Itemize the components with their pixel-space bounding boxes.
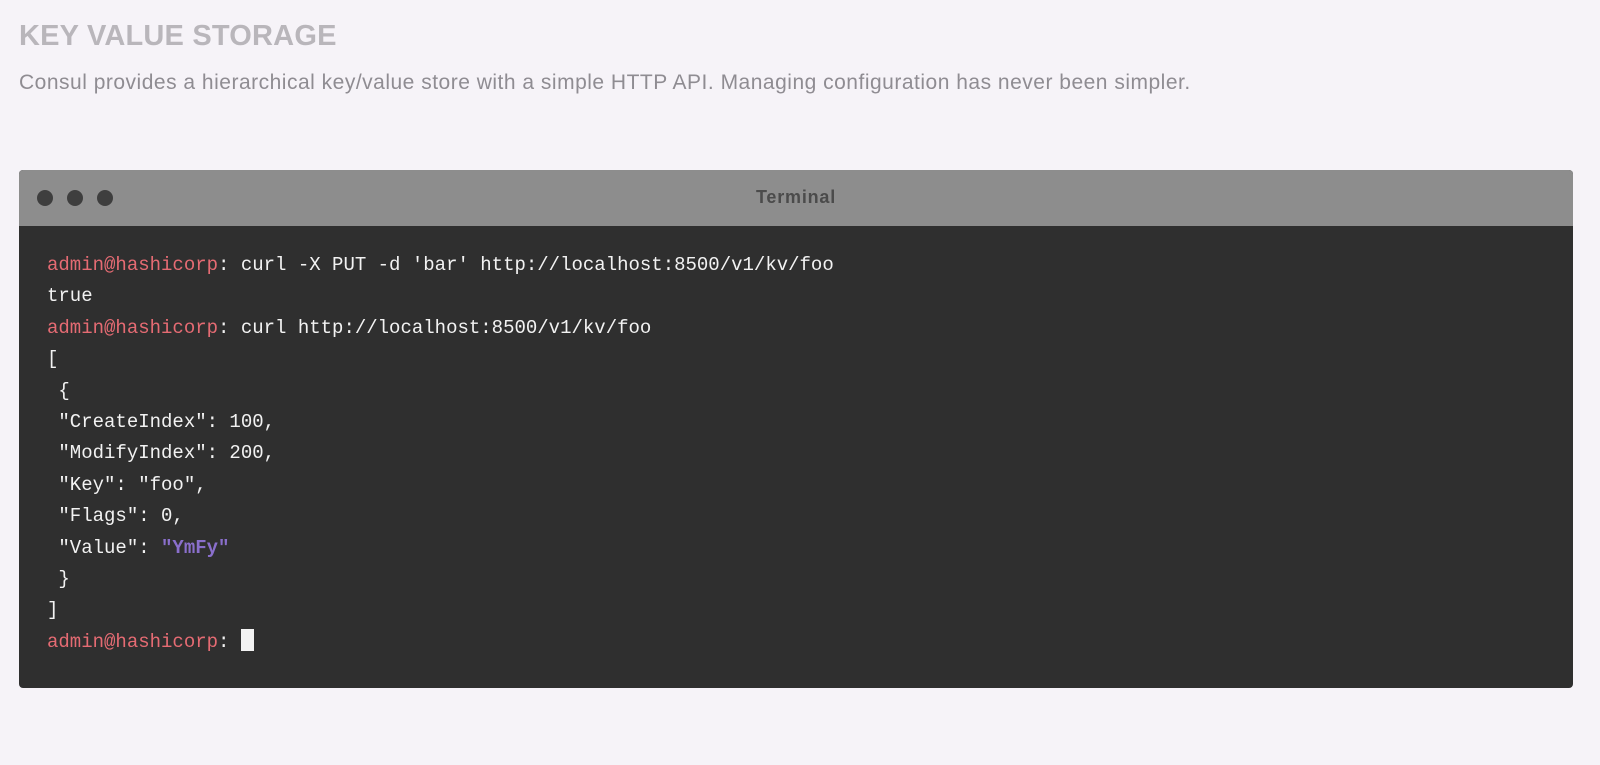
terminal-line: admin@hashicorp: <box>47 627 1573 658</box>
terminal-line: true <box>47 281 1573 312</box>
terminal-prompt: admin@hashicorp <box>47 254 219 276</box>
terminal-command: : curl -X PUT -d 'bar' http://localhost:… <box>218 254 834 276</box>
terminal-output-text: [ <box>47 348 59 371</box>
terminal-line: "ModifyIndex": 200, <box>47 438 1573 469</box>
section-description: Consul provides a hierarchical key/value… <box>19 71 1191 94</box>
terminal-prompt: admin@hashicorp <box>47 630 219 653</box>
terminal-line: admin@hashicorp: curl -X PUT -d 'bar' ht… <box>47 250 1573 281</box>
terminal-prompt: admin@hashicorp <box>47 316 219 339</box>
terminal-line: "Value": "YmFy" <box>47 533 1573 564</box>
terminal-line: admin@hashicorp: curl http://localhost:8… <box>47 313 1573 344</box>
terminal-line: [ <box>47 344 1573 375</box>
terminal-output-text: true <box>47 285 93 308</box>
terminal-window: Terminal admin@hashicorp: curl -X PUT -d… <box>19 170 1573 688</box>
terminal-cursor[interactable] <box>240 628 254 651</box>
terminal-output-text: "Value": <box>47 536 162 559</box>
terminal-output-text: "Key": "foo", <box>47 473 207 496</box>
terminal-output-text: ] <box>47 599 59 622</box>
terminal-line: } <box>47 564 1573 595</box>
terminal-line: "Flags": 0, <box>47 501 1573 532</box>
terminal-prompt-suffix: : <box>218 630 241 653</box>
terminal-title: Terminal <box>755 187 837 207</box>
kv-storage-section: KEY VALUE STORAGE Consul provides a hier… <box>0 0 1600 765</box>
terminal-line: "CreateIndex": 100, <box>47 407 1573 438</box>
terminal-titlebar: Terminal <box>19 170 1573 226</box>
terminal-output-text: "ModifyIndex": 200, <box>47 442 276 465</box>
terminal-output-text: { <box>47 379 70 402</box>
terminal-line: { <box>47 376 1573 407</box>
terminal-output-text: "Flags": 0, <box>47 505 184 528</box>
terminal-output[interactable]: admin@hashicorp: curl -X PUT -d 'bar' ht… <box>19 226 1573 658</box>
value-highlight: "YmFy" <box>161 536 230 559</box>
terminal-line: ] <box>47 595 1573 626</box>
terminal-output-text: "CreateIndex": 100, <box>47 410 276 433</box>
terminal-command: : curl http://localhost:8500/v1/kv/foo <box>218 316 652 339</box>
terminal-line: "Key": "foo", <box>47 470 1573 501</box>
section-heading: KEY VALUE STORAGE <box>19 20 337 52</box>
terminal-output-text: } <box>47 567 70 590</box>
